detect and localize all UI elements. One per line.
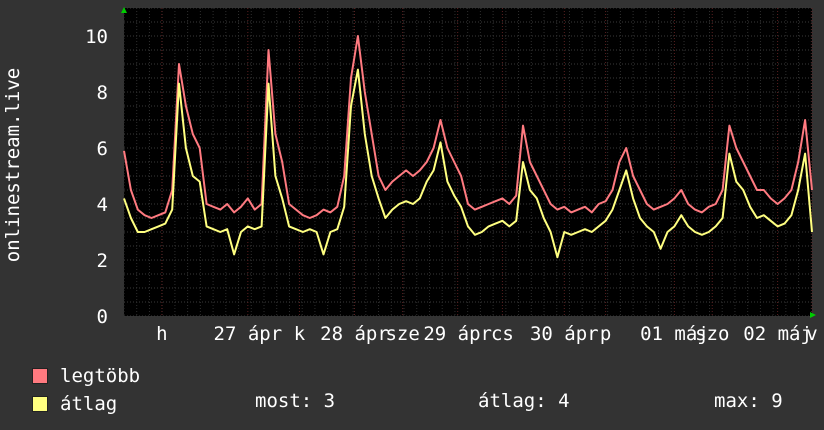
x-tick-label: 27 ápr [214,323,283,345]
x-tick-label: sze [385,323,419,345]
legend-item-avg: átlag [32,390,140,418]
stat-average: átlag: 4 [478,390,570,412]
y-axis-label: onlinestream.live [2,68,24,262]
x-tick-label: 29 ápr [423,323,492,345]
y-tick-label: 10 [85,26,108,48]
legend-item-max: legtöbb [32,362,140,390]
x-tick-label: 28 ápr [320,323,389,345]
stat-current: most: 3 [255,390,336,412]
y-axis: 0 2 4 6 8 10 [85,26,108,328]
legend-swatch-avg [32,396,48,412]
x-tick-label: h [156,323,167,345]
x-tick-label: k [294,323,306,345]
x-tick-label: cs [491,323,514,345]
x-tick-label: 02 máj [743,323,812,345]
x-axis-arrow [810,312,816,318]
x-tick-label: v [806,323,817,345]
legend-label-avg: átlag [60,393,118,415]
x-tick-label: p [600,323,611,345]
y-tick-label: 8 [97,82,108,104]
x-tick-label: szo [695,323,729,345]
y-tick-label: 2 [97,250,108,272]
legend-label-max: legtöbb [60,365,141,387]
legend: legtöbb átlag [32,362,140,418]
y-tick-label: 0 [97,306,108,328]
legend-swatch-max [32,368,48,384]
stat-maximum: max: 9 [714,390,783,412]
x-axis: h 27 ápr k 28 áprsze 29 áprcs 30 ápr p 01 májsz… [156,323,818,345]
x-tick-label: 30 ápr [530,323,599,345]
y-tick-label: 6 [97,138,108,160]
y-tick-label: 4 [97,194,108,216]
